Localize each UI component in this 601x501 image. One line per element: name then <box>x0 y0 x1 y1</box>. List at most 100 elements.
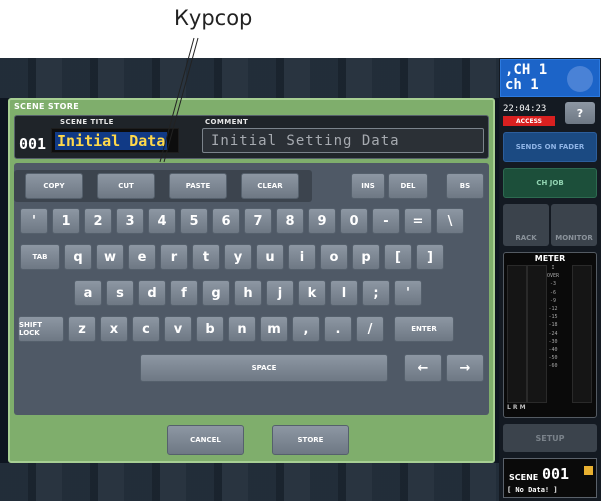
rack-button[interactable]: RACK <box>503 204 549 246</box>
dialog-title: SCENE STORE <box>14 102 79 111</box>
key-slash[interactable]: / <box>356 316 384 342</box>
key-minus[interactable]: - <box>372 208 400 234</box>
key-d[interactable]: d <box>138 280 166 306</box>
key-3[interactable]: 3 <box>116 208 144 234</box>
cursor-annotation-label: Курсор <box>174 6 253 30</box>
key-right-bracket[interactable]: ] <box>416 244 444 270</box>
key-k[interactable]: k <box>298 280 326 306</box>
meter-scale-mark: -18 <box>548 322 558 329</box>
scene-title-field[interactable]: Initial Data <box>51 128 179 153</box>
copy-key[interactable]: COPY <box>25 173 83 199</box>
key-quote[interactable]: ' <box>394 280 422 306</box>
meter-scale-mark: OVER <box>547 273 560 280</box>
key-h[interactable]: h <box>234 280 262 306</box>
key-i[interactable]: i <box>288 244 316 270</box>
left-arrow-key[interactable]: ← <box>404 354 442 382</box>
key-9[interactable]: 9 <box>308 208 336 234</box>
meter-scale-mark: -12 <box>548 306 558 313</box>
key-8[interactable]: 8 <box>276 208 304 234</box>
key-2[interactable]: 2 <box>84 208 112 234</box>
tab-key[interactable]: TAB <box>20 244 60 270</box>
cut-key[interactable]: CUT <box>97 173 155 199</box>
key-left-bracket[interactable]: [ <box>384 244 412 270</box>
key-w[interactable]: w <box>96 244 124 270</box>
scene-display[interactable]: SCENE 001 [ No Data! ] <box>503 458 597 498</box>
key-n[interactable]: n <box>228 316 256 342</box>
scene-store-dialog: SCENE STORE SCENE TITLE COMMENT 001 Init… <box>8 98 495 463</box>
key-c[interactable]: c <box>132 316 160 342</box>
key-backslash[interactable]: \ <box>436 208 464 234</box>
ch-job-button[interactable]: CH JOB <box>503 168 597 198</box>
meter-panel[interactable]: METER I OVER -3 -6 -9 -12 -15 -18 -24 -3… <box>503 252 597 418</box>
paste-key[interactable]: PASTE <box>169 173 227 199</box>
cancel-button[interactable]: CANCEL <box>167 425 244 455</box>
right-sidebar: ,CH 1 ch 1 22:04:23 ACCESS ? SENDS ON FA… <box>499 58 601 501</box>
key-apostrophe[interactable]: ' <box>20 208 48 234</box>
key-1[interactable]: 1 <box>52 208 80 234</box>
space-key[interactable]: SPACE <box>140 354 388 382</box>
sends-on-fader-button[interactable]: SENDS ON FADER <box>503 132 597 162</box>
channel-strip-background-bottom <box>0 463 500 501</box>
store-button[interactable]: STORE <box>272 425 349 455</box>
key-5[interactable]: 5 <box>180 208 208 234</box>
key-0[interactable]: 0 <box>340 208 368 234</box>
meter-bar-right <box>527 265 547 403</box>
key-a[interactable]: a <box>74 280 102 306</box>
access-indicator: ACCESS <box>503 116 555 126</box>
enter-key[interactable]: ENTER <box>394 316 454 342</box>
key-q[interactable]: q <box>64 244 92 270</box>
key-m[interactable]: m <box>260 316 288 342</box>
right-arrow-key[interactable]: → <box>446 354 484 382</box>
clock-display: 22:04:23 <box>503 104 547 114</box>
del-key[interactable]: DEL <box>388 173 428 199</box>
current-scene-number: 001 <box>542 465 570 483</box>
key-x[interactable]: x <box>100 316 128 342</box>
console-screen: SCENE STORE SCENE TITLE COMMENT 001 Init… <box>0 58 601 501</box>
key-4[interactable]: 4 <box>148 208 176 234</box>
clear-key[interactable]: CLEAR <box>241 173 299 199</box>
meter-scale-mark: -30 <box>548 338 558 345</box>
key-t[interactable]: t <box>192 244 220 270</box>
setup-button[interactable]: SETUP <box>503 424 597 452</box>
key-period[interactable]: . <box>324 316 352 342</box>
selected-channel-display[interactable]: ,CH 1 ch 1 <box>500 59 600 97</box>
key-y[interactable]: y <box>224 244 252 270</box>
scene-title-label: SCENE TITLE <box>60 118 114 126</box>
key-f[interactable]: f <box>170 280 198 306</box>
on-screen-keyboard: COPY CUT PASTE CLEAR INS DEL BS ' 1 2 3 … <box>14 163 489 415</box>
key-u[interactable]: u <box>256 244 284 270</box>
meter-scale-mark: -15 <box>548 314 558 321</box>
key-p[interactable]: p <box>352 244 380 270</box>
shift-lock-key[interactable]: SHIFT LOCK <box>18 316 64 342</box>
key-r[interactable]: r <box>160 244 188 270</box>
key-z[interactable]: z <box>68 316 96 342</box>
monitor-button[interactable]: MONITOR <box>551 204 597 246</box>
key-comma[interactable]: , <box>292 316 320 342</box>
meter-scale-mark: I <box>551 265 555 271</box>
key-g[interactable]: g <box>202 280 230 306</box>
key-j[interactable]: j <box>266 280 294 306</box>
ins-key[interactable]: INS <box>351 173 385 199</box>
key-semicolon[interactable]: ; <box>362 280 390 306</box>
scene-flag-icon <box>584 466 593 475</box>
meter-scale-mark: -6 <box>549 289 557 296</box>
key-b[interactable]: b <box>196 316 224 342</box>
meter-scale: I OVER -3 -6 -9 -12 -15 -18 -24 -30 -40 … <box>547 264 559 371</box>
key-6[interactable]: 6 <box>212 208 240 234</box>
key-o[interactable]: o <box>320 244 348 270</box>
key-s[interactable]: s <box>106 280 134 306</box>
channel-strip-background-top <box>0 58 500 98</box>
comment-label: COMMENT <box>205 118 249 126</box>
key-7[interactable]: 7 <box>244 208 272 234</box>
meter-scale-mark: -9 <box>549 297 557 304</box>
key-equals[interactable]: = <box>404 208 432 234</box>
help-button[interactable]: ? <box>565 102 595 124</box>
scene-title-value: Initial Data <box>55 132 168 150</box>
backspace-key[interactable]: BS <box>446 173 484 199</box>
channel-user-icon <box>567 66 593 92</box>
key-l[interactable]: l <box>330 280 358 306</box>
key-v[interactable]: v <box>164 316 192 342</box>
comment-field[interactable]: Initial Setting Data <box>202 128 484 153</box>
key-e[interactable]: e <box>128 244 156 270</box>
current-scene-name: [ No Data! ] <box>507 486 558 494</box>
